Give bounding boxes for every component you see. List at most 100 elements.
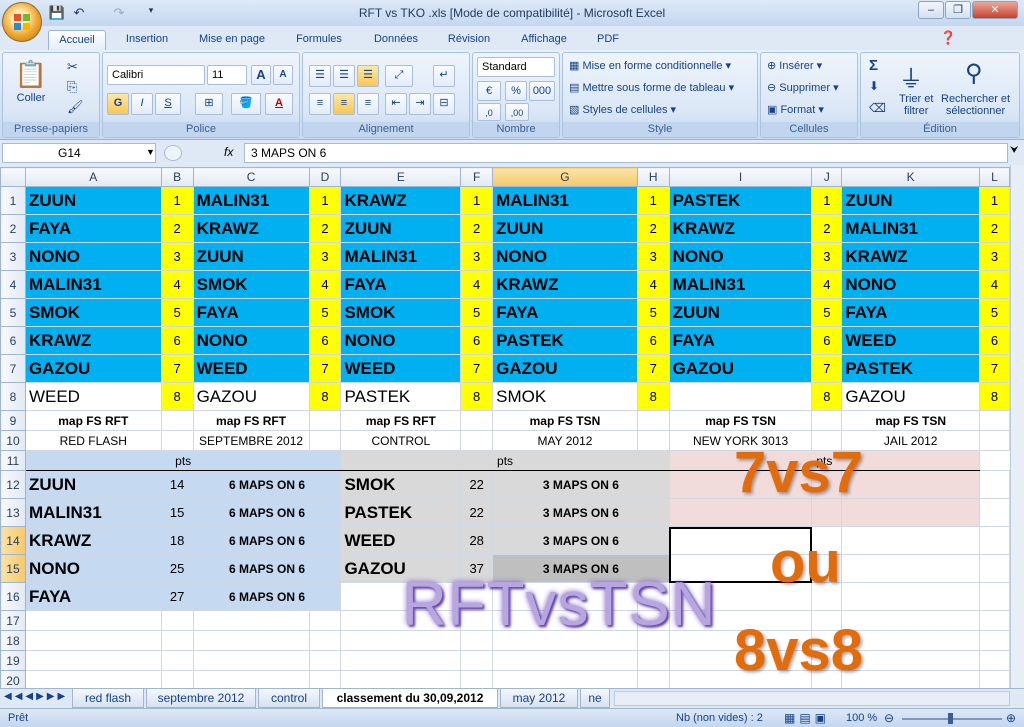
column-header-i[interactable]: I bbox=[668, 167, 813, 187]
font-size-select[interactable]: 11 bbox=[207, 65, 247, 85]
cell-a3[interactable]: NONO bbox=[24, 242, 162, 271]
pts-header-left[interactable]: pts bbox=[24, 450, 342, 471]
cell-l7[interactable]: 7 bbox=[979, 354, 1010, 383]
sheet-tab-septembre[interactable]: septembre 2012 bbox=[146, 689, 256, 708]
cell-empty[interactable] bbox=[192, 670, 310, 688]
cell-empty[interactable] bbox=[160, 670, 194, 688]
align-bottom-icon[interactable]: ☰ bbox=[357, 65, 379, 87]
column-header-f[interactable]: F bbox=[460, 167, 494, 187]
cell-d8[interactable]: 8 bbox=[308, 382, 342, 411]
cell-k3[interactable]: KRAWZ bbox=[841, 242, 981, 271]
tab-donnees[interactable]: Données bbox=[362, 30, 430, 50]
row-header-5[interactable]: 5 bbox=[0, 298, 26, 327]
row-header-6[interactable]: 6 bbox=[0, 326, 26, 355]
tab-pdf[interactable]: PDF bbox=[588, 30, 628, 50]
row-header-2[interactable]: 2 bbox=[0, 214, 26, 243]
cell-empty[interactable] bbox=[979, 470, 1010, 499]
cell-h9[interactable] bbox=[636, 410, 670, 431]
row-header-19[interactable]: 19 bbox=[0, 650, 26, 671]
insert-button[interactable]: ⊕ Insérer ▾ bbox=[767, 59, 822, 72]
cell-empty[interactable] bbox=[979, 650, 1010, 671]
cell-c10[interactable]: SEPTEMBRE 2012 bbox=[192, 430, 310, 451]
cell-j7[interactable]: 7 bbox=[811, 354, 843, 383]
cell-empty[interactable] bbox=[308, 630, 342, 651]
sheet-nav-arrows-icon[interactable]: ◀◀◀▶▶▶ bbox=[4, 691, 68, 702]
zoom-in-icon[interactable]: ⊕ bbox=[1006, 711, 1016, 725]
expand-formula-icon[interactable]: ⮟ bbox=[1010, 145, 1019, 156]
cell-a1[interactable]: ZUUN bbox=[24, 186, 162, 215]
formula-cancel-icon[interactable] bbox=[164, 145, 182, 161]
cell-i1[interactable]: PASTEK bbox=[668, 186, 813, 215]
cell-empty[interactable] bbox=[340, 670, 462, 688]
cell-e8[interactable]: PASTEK bbox=[340, 382, 462, 411]
row-header-15[interactable]: 15 bbox=[0, 554, 26, 583]
cell-empty[interactable] bbox=[979, 554, 1010, 583]
close-button[interactable]: ✕ bbox=[972, 1, 1018, 19]
column-header-j[interactable]: J bbox=[811, 167, 843, 187]
cell-d7[interactable]: 7 bbox=[308, 354, 342, 383]
cell-empty[interactable] bbox=[160, 610, 194, 631]
score-maps-mid[interactable]: 3 MAPS ON 6 bbox=[492, 526, 670, 555]
cell-k9[interactable]: map FS TSN bbox=[841, 410, 981, 431]
cell-g8[interactable]: SMOK bbox=[492, 382, 638, 411]
cell-empty[interactable] bbox=[192, 630, 310, 651]
tab-mise-en-page[interactable]: Mise en page bbox=[190, 30, 274, 50]
cell-k8[interactable]: GAZOU bbox=[841, 382, 981, 411]
find-select-button[interactable]: Rechercher et sélectionner bbox=[941, 93, 1010, 117]
sheet-tab-may-2012[interactable]: may 2012 bbox=[500, 689, 578, 708]
cell-l6[interactable]: 6 bbox=[979, 326, 1010, 355]
align-left-icon[interactable]: ≡ bbox=[309, 93, 331, 115]
copy-icon[interactable]: ⎘ bbox=[67, 79, 77, 95]
cell-f9[interactable] bbox=[460, 410, 494, 431]
cell-empty[interactable] bbox=[192, 650, 310, 671]
cell-k6[interactable]: WEED bbox=[841, 326, 981, 355]
qat-customize-icon[interactable]: ▾ bbox=[142, 5, 160, 21]
zoom-level[interactable]: 100 % bbox=[846, 712, 877, 724]
cell-g10[interactable]: MAY 2012 bbox=[492, 430, 638, 451]
redo-icon[interactable]: ↷ bbox=[110, 5, 128, 21]
borders-button[interactable]: ⊞ bbox=[195, 93, 223, 115]
cell-empty[interactable] bbox=[24, 650, 162, 671]
column-header-h[interactable]: H bbox=[636, 167, 670, 187]
score-maps-mid[interactable]: 3 MAPS ON 6 bbox=[492, 498, 670, 527]
score-name-mid[interactable]: SMOK bbox=[340, 470, 462, 499]
fill-color-icon[interactable]: 🪣 bbox=[231, 93, 261, 115]
cell-h4[interactable]: 4 bbox=[636, 270, 670, 299]
row-header-9[interactable]: 9 bbox=[0, 410, 26, 431]
name-box-dropdown-icon[interactable]: ▼ bbox=[146, 147, 155, 157]
column-header-g[interactable]: G bbox=[492, 167, 638, 187]
score-maps-left[interactable]: 6 MAPS ON 6 bbox=[192, 498, 342, 527]
cell-c6[interactable]: NONO bbox=[192, 326, 310, 355]
cell-g2[interactable]: ZUUN bbox=[492, 214, 638, 243]
score-name-left[interactable]: KRAWZ bbox=[24, 526, 162, 555]
cell-empty[interactable] bbox=[160, 650, 194, 671]
cell-empty[interactable] bbox=[979, 526, 1010, 555]
tab-revision[interactable]: Révision bbox=[438, 30, 500, 50]
merge-center-icon[interactable]: ⊟ bbox=[433, 93, 455, 115]
score-name-left[interactable]: ZUUN bbox=[24, 470, 162, 499]
cell-empty[interactable] bbox=[492, 650, 638, 671]
cell-h5[interactable]: 5 bbox=[636, 298, 670, 327]
score-pts-mid[interactable]: 22 bbox=[460, 470, 494, 499]
row-header-16[interactable]: 16 bbox=[0, 582, 26, 611]
row-header-20[interactable]: 20 bbox=[0, 670, 26, 688]
cell-d10[interactable] bbox=[308, 430, 342, 451]
cell-empty[interactable] bbox=[340, 650, 462, 671]
row-header-13[interactable]: 13 bbox=[0, 498, 26, 527]
cell-b6[interactable]: 6 bbox=[160, 326, 194, 355]
cell-b9[interactable] bbox=[160, 410, 194, 431]
decrease-decimal-icon[interactable]: ,00 bbox=[505, 103, 529, 121]
column-header-c[interactable]: C bbox=[192, 167, 310, 187]
font-name-select[interactable]: Calibri bbox=[107, 65, 205, 85]
cell-j1[interactable]: 1 bbox=[811, 186, 843, 215]
cell-empty[interactable] bbox=[841, 526, 981, 555]
cell-empty[interactable] bbox=[460, 650, 494, 671]
cell-f1[interactable]: 1 bbox=[460, 186, 494, 215]
sheet-tab-classement[interactable]: classement du 30,09,2012 bbox=[322, 689, 498, 708]
cell-b1[interactable]: 1 bbox=[160, 186, 194, 215]
score-pts-left[interactable]: 18 bbox=[160, 526, 194, 555]
cell-a9[interactable]: map FS RFT bbox=[24, 410, 162, 431]
name-box[interactable]: G14 bbox=[2, 143, 156, 163]
cell-f8[interactable]: 8 bbox=[460, 382, 494, 411]
cell-e9[interactable]: map FS RFT bbox=[340, 410, 462, 431]
